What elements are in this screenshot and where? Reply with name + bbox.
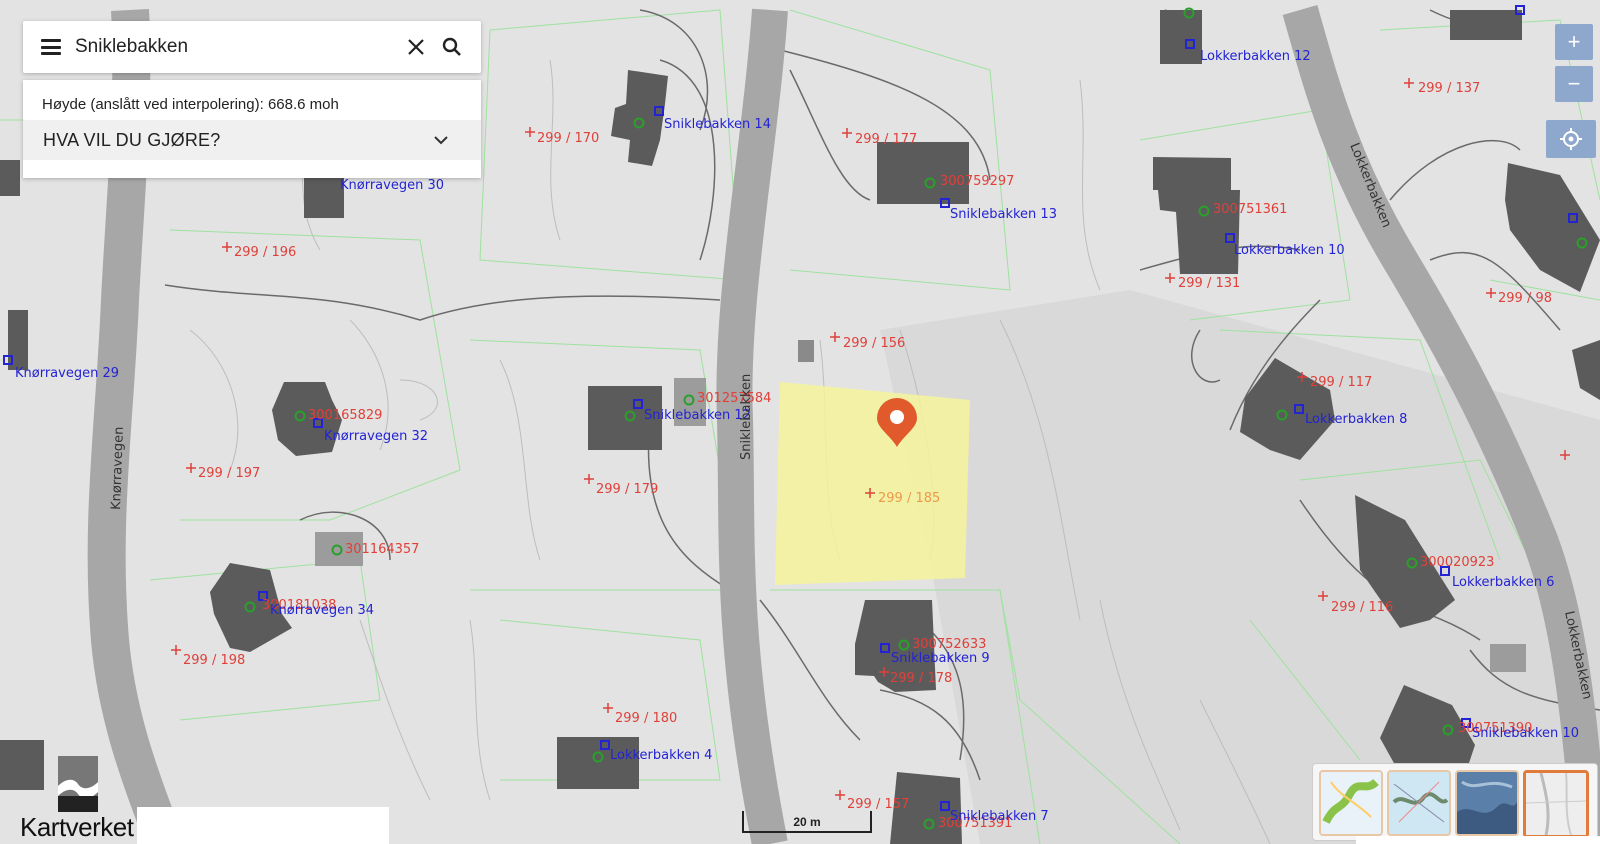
address-label: Knørravegen 30 (340, 178, 444, 193)
building-id-label: 300165829 (308, 408, 382, 423)
parcel-label: 299 / 185 (878, 491, 940, 506)
parcel-label: 299 / 197 (198, 466, 260, 481)
parcel-label: 299 / 98 (1498, 291, 1552, 306)
parcel-label: 299 / 117 (1310, 375, 1372, 390)
basemap-grey[interactable] (1523, 770, 1589, 838)
address-label: Knørravegen 34 (270, 603, 374, 618)
kartverket-logo-icon (58, 756, 98, 812)
selected-parcel[interactable] (775, 382, 970, 585)
building-id-label: 300759297 (940, 174, 1014, 189)
parcel-label: 299 / 198 (183, 653, 245, 668)
parcel-label: 299 / 180 (615, 711, 677, 726)
address-label: Sniklebakken 13 (950, 207, 1057, 222)
parcel-label: 299 / 157 (847, 797, 909, 812)
address-label: Knørravegen 32 (324, 429, 428, 444)
parcel-label: 299 / 156 (843, 336, 905, 351)
address-label: Sniklebakken 7 (950, 809, 1049, 824)
address-label: Lokkerbakken 8 (1305, 412, 1407, 427)
zoom-out-button[interactable]: − (1555, 66, 1593, 102)
parcel-label: 299 / 177 (855, 132, 917, 147)
info-panel: Høyde (anslått ved interpolering): 668.6… (23, 80, 481, 178)
address-label: Sniklebakken 14 (664, 117, 771, 132)
search-icon[interactable] (441, 36, 463, 58)
menu-icon[interactable] (41, 39, 61, 55)
crosshair-icon (1560, 128, 1582, 150)
address-label: Lokkerbakken 6 (1452, 575, 1554, 590)
action-dropdown-label: HVA VIL DU GJØRE? (43, 129, 221, 150)
zoom-in-button[interactable]: + (1555, 24, 1593, 60)
basemap-nautical[interactable] (1387, 770, 1451, 836)
address-label: Sniklebakken 12 (644, 408, 751, 423)
address-label: Sniklebakken 10 (1472, 726, 1579, 741)
building-id-label: 300752633 (912, 637, 986, 652)
building-id-label: 300020923 (1420, 555, 1494, 570)
parcel-label: 299 / 116 (1331, 600, 1393, 615)
kartverket-logo-text: Kartverket (20, 812, 134, 842)
building-id-label: 301257584 (697, 391, 771, 406)
scale-label: 20 m (793, 815, 821, 829)
scale-bar: 20 m (742, 811, 872, 833)
parcel-label: 299 / 131 (1178, 276, 1240, 291)
search-box[interactable]: Sniklebakken (23, 21, 481, 73)
chevron-down-icon (434, 136, 448, 145)
address-label: Lokkerbakken 12 (1200, 49, 1311, 64)
action-dropdown[interactable]: HVA VIL DU GJØRE? (23, 120, 481, 160)
address-label: Sniklebakken 9 (891, 651, 990, 666)
attribution-area (137, 807, 389, 844)
parcel-label: 299 / 196 (234, 245, 296, 260)
address-label: Knørravegen 29 (15, 366, 119, 381)
close-icon[interactable] (405, 36, 427, 58)
building-id-label: 300751361 (1213, 202, 1287, 217)
building-id-label: 301164357 (345, 542, 419, 557)
parcel-label: 299 / 170 (537, 131, 599, 146)
basemap-selector (1312, 763, 1598, 841)
address-label: Lokkerbakken 4 (610, 748, 712, 763)
height-readout: Høyde (anslått ved interpolering): 668.6… (42, 96, 339, 113)
search-input[interactable]: Sniklebakken (75, 36, 405, 58)
parcel-label: 299 / 178 (890, 671, 952, 686)
kartverket-logo: Kartverket (20, 754, 140, 844)
road-label: Knørravegen (109, 426, 127, 510)
basemap-topo[interactable] (1319, 770, 1383, 836)
road-label: Sniklebakken (739, 374, 754, 460)
address-label: Lokkerbakken 10 (1234, 243, 1345, 258)
coordinate-strip (1356, 836, 1600, 844)
parcel-label: 299 / 137 (1418, 81, 1480, 96)
geolocate-button[interactable] (1546, 120, 1596, 158)
parcel-label: 299 / 179 (596, 482, 658, 497)
basemap-aerial[interactable] (1455, 770, 1519, 836)
